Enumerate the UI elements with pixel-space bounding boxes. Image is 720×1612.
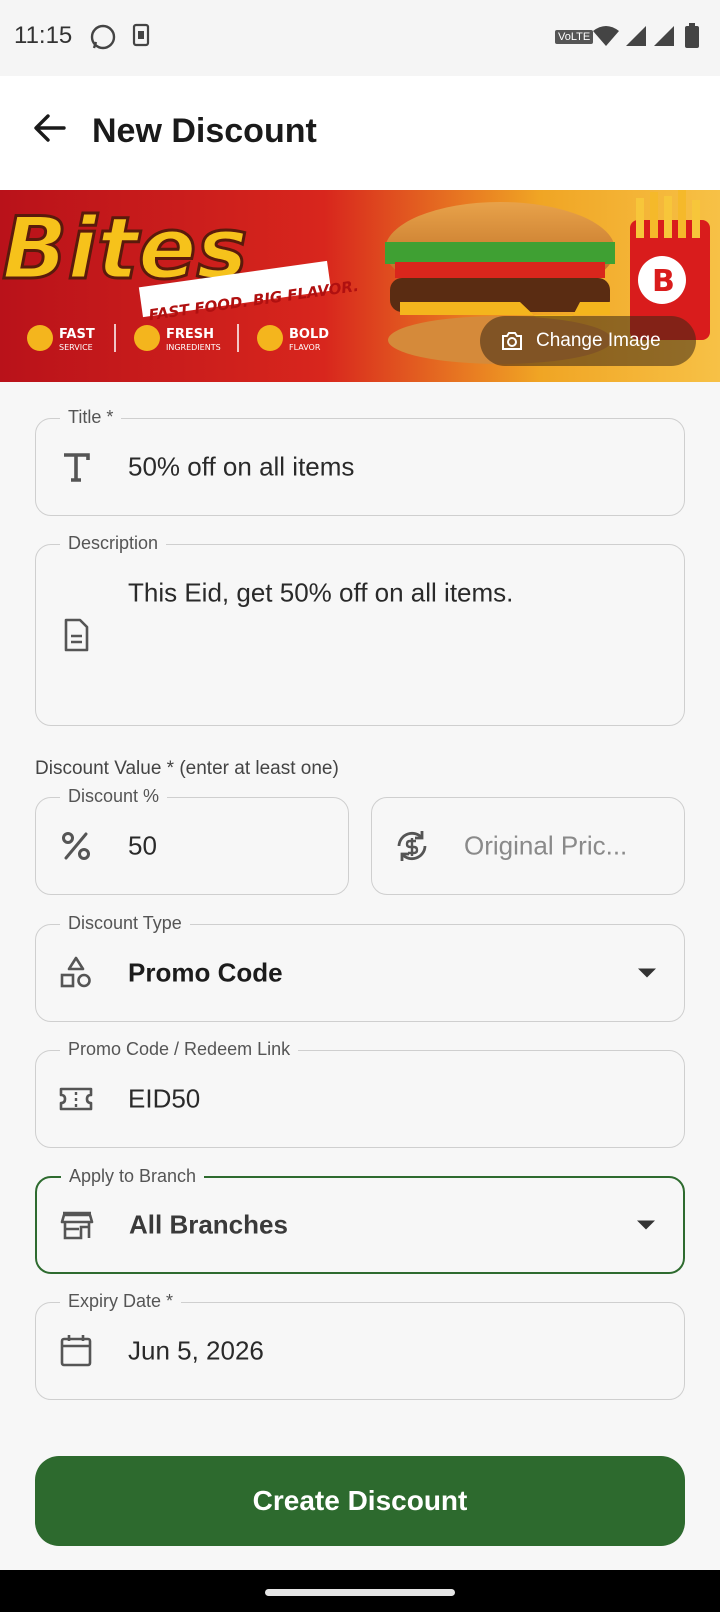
status-time: 11:15 — [14, 22, 73, 49]
feature-subtitle-1: SERVICE — [59, 343, 93, 352]
title-field[interactable]: Title * 50% off on all items — [35, 407, 685, 516]
change-image-button[interactable]: Change Image — [480, 316, 696, 366]
banner-image: B Bites FAST FOOD. BIG FLAVOR. FAST SERV… — [0, 190, 720, 382]
volte-badge: VoLTE — [555, 30, 594, 44]
document-icon — [64, 618, 89, 652]
ticket-icon — [59, 1087, 93, 1111]
feature-title-3: BOLD — [289, 327, 329, 342]
app-bar: New Discount — [0, 76, 720, 190]
discount-percent-input[interactable]: 50 — [128, 831, 157, 862]
discount-percent-field[interactable]: Discount % 50 — [35, 786, 349, 895]
discount-percent-label: Discount % — [60, 786, 168, 807]
description-label: Description — [60, 533, 167, 554]
title-input[interactable]: 50% off on all items — [128, 452, 354, 483]
chevron-down-icon[interactable] — [637, 1220, 655, 1230]
arrow-left-icon[interactable] — [28, 106, 72, 150]
original-price-input[interactable]: Original Pric... — [464, 831, 627, 862]
store-icon — [60, 1211, 94, 1240]
battery-icon — [685, 23, 699, 48]
description-field[interactable]: Description This Eid, get 50% off on all… — [35, 533, 685, 726]
calendar-icon — [60, 1335, 92, 1367]
sim-card-icon — [132, 23, 150, 47]
feature-title-2: FRESH — [166, 327, 214, 342]
title-label: Title * — [60, 407, 122, 428]
branch-label: Apply to Branch — [61, 1166, 205, 1187]
text-format-icon — [64, 453, 90, 482]
wifi-icon — [593, 26, 619, 46]
feature-subtitle-3: FLAVOR — [289, 343, 321, 352]
promo-code-label: Promo Code / Redeem Link — [60, 1039, 299, 1060]
promo-code-input[interactable]: EID50 — [128, 1084, 200, 1115]
signal-icon — [626, 26, 646, 46]
original-price-field[interactable]: Original Pric... — [371, 797, 685, 895]
promo-code-field[interactable]: Promo Code / Redeem Link EID50 — [35, 1039, 685, 1148]
home-gesture-pill[interactable] — [265, 1589, 455, 1596]
badge-letter: B — [652, 264, 675, 299]
system-navigation-bar — [0, 1570, 720, 1612]
percent-icon — [62, 832, 90, 860]
change-image-label: Change Image — [536, 330, 661, 351]
expiry-date-label: Expiry Date * — [60, 1291, 182, 1312]
create-discount-button[interactable]: Create Discount — [35, 1456, 685, 1546]
description-input[interactable]: This Eid, get 50% off on all items. — [128, 578, 513, 609]
price-exchange-icon — [397, 831, 427, 861]
whatsapp-icon — [90, 24, 116, 50]
branch-dropdown[interactable]: Apply to Branch All Branches — [35, 1166, 685, 1274]
shapes-icon — [60, 956, 91, 988]
discount-type-label: Discount Type — [60, 913, 190, 934]
feature-title-1: FAST — [59, 327, 95, 342]
feature-subtitle-2: INGREDIENTS — [166, 343, 221, 352]
discount-type-dropdown[interactable]: Discount Type Promo Code — [35, 913, 685, 1022]
camera-icon — [502, 332, 522, 350]
status-bar: 11:15 VoLTE — [0, 0, 720, 76]
expiry-date-field[interactable]: Expiry Date * Jun 5, 2026 — [35, 1291, 685, 1400]
branch-value: All Branches — [129, 1209, 288, 1240]
signal-icon-2 — [654, 26, 674, 46]
chevron-down-icon[interactable] — [638, 968, 656, 978]
expiry-date-input[interactable]: Jun 5, 2026 — [128, 1336, 264, 1367]
discount-type-value: Promo Code — [128, 957, 283, 988]
discount-value-label: Discount Value * (enter at least one) — [35, 758, 339, 779]
page-title: New Discount — [92, 112, 317, 150]
